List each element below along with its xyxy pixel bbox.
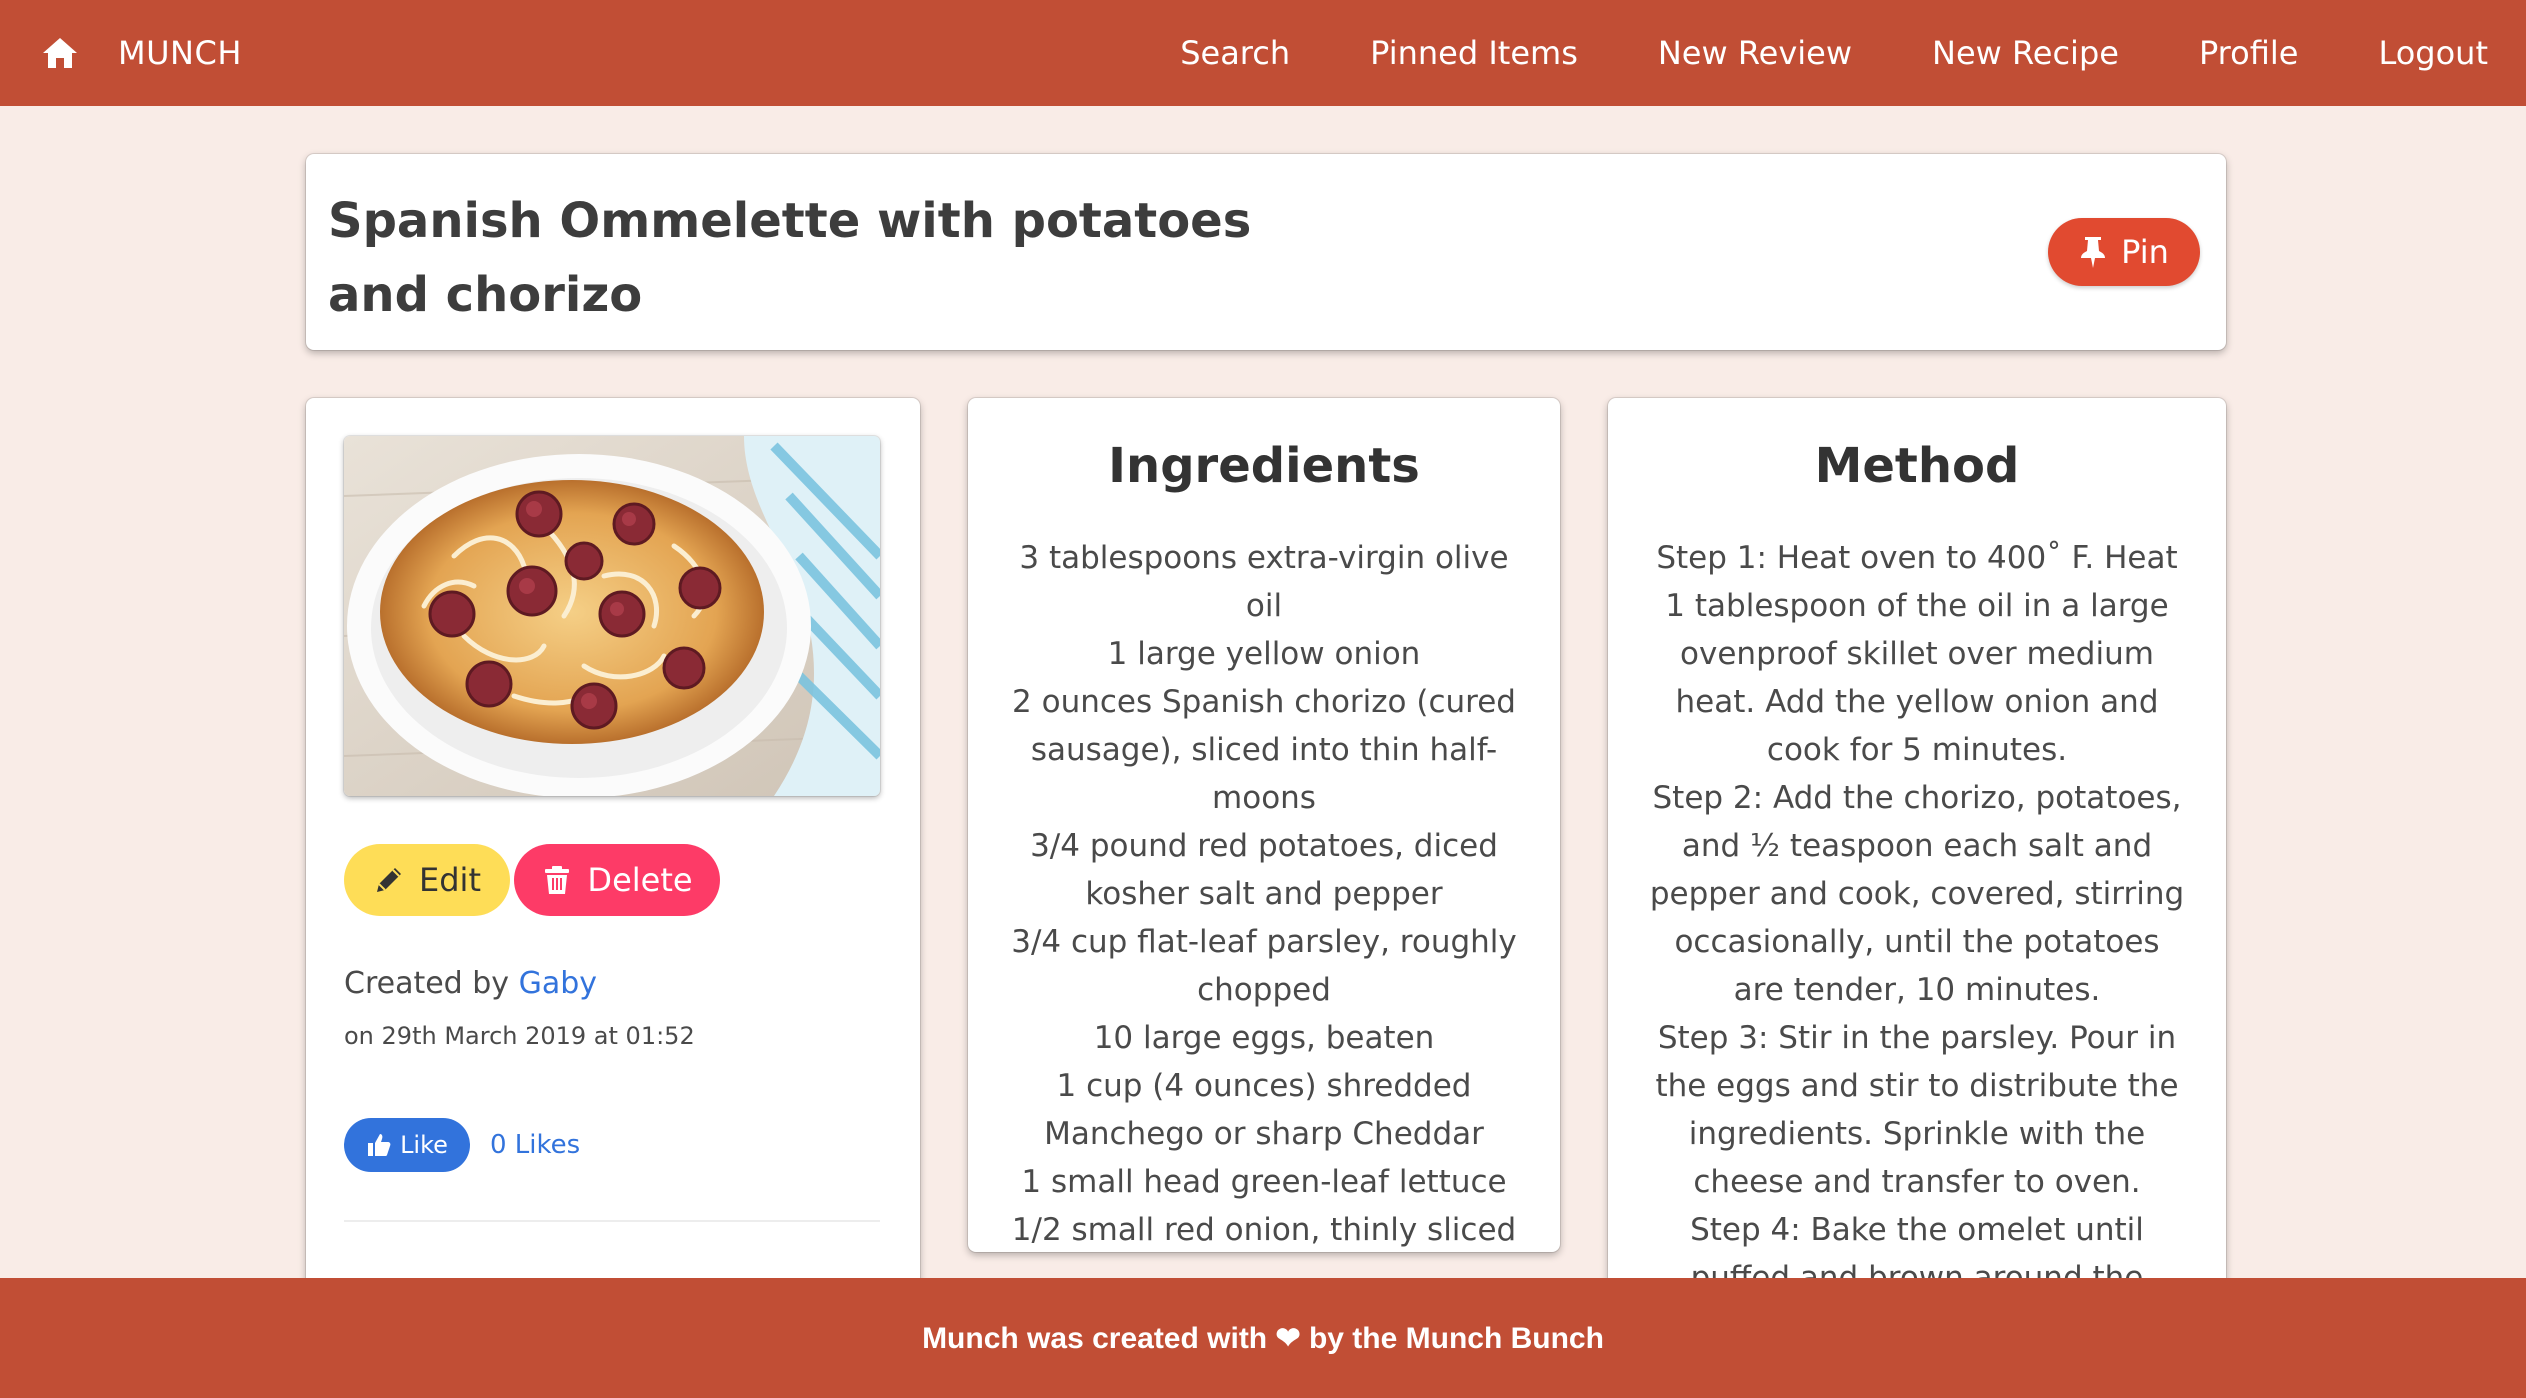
author-link[interactable]: Gaby: [519, 966, 597, 1001]
created-by-prefix: Created by: [344, 966, 510, 1001]
method-step: Step 3: Stir in the parsley. Pour in the…: [1655, 1020, 2179, 1200]
created-date: on 29th March 2019 at 01:52: [344, 1022, 695, 1050]
ingredient-item: 3/4 pound red potatoes, diced: [1030, 828, 1498, 864]
ingredient-item: 3 tablespoons extra-virgin olive oil: [1019, 540, 1509, 624]
brand-name[interactable]: MUNCH: [118, 34, 242, 72]
edit-button[interactable]: Edit: [344, 844, 510, 916]
recipe-title-card: Spanish Ommelette with potatoes and chor…: [306, 154, 2226, 350]
footer: Munch was created with ❤ by the Munch Bu…: [0, 1278, 2526, 1398]
ingredient-item: 1/2 small red onion, thinly sliced: [1011, 1212, 1517, 1248]
recipe-title: Spanish Ommelette with potatoes and chor…: [328, 193, 1252, 323]
likes-count[interactable]: 0 Likes: [490, 1130, 580, 1160]
nav-logout[interactable]: Logout: [2378, 34, 2488, 72]
nav-new-review[interactable]: New Review: [1658, 34, 1852, 72]
method-step: Step 1: Heat oven to 400˚ F. Heat 1 tabl…: [1656, 540, 2178, 768]
created-by: Created by Gaby: [344, 966, 597, 1001]
footer-text: Munch was created with ❤ by the Munch Bu…: [922, 1321, 1604, 1355]
home-icon[interactable]: [40, 33, 80, 73]
nav-new-recipe[interactable]: New Recipe: [1932, 34, 2119, 72]
method-heading: Method: [1814, 438, 2020, 494]
method-step: Step 2: Add the chorizo, potatoes, and ½…: [1649, 780, 2185, 1008]
omelette-image: [344, 436, 880, 796]
ingredients-card: Ingredients 3 tablespoons extra-virgin o…: [968, 398, 1560, 1252]
method-card: Method Step 1: Heat oven to 400˚ F. Heat…: [1608, 398, 2226, 1398]
pencil-icon: [377, 868, 402, 892]
edit-label: Edit: [419, 861, 481, 899]
delete-button[interactable]: Delete: [514, 844, 720, 916]
action-buttons: Edit Delete: [344, 844, 720, 916]
nav-profile[interactable]: Profile: [2199, 34, 2299, 72]
thumbtack-icon: [2081, 237, 2106, 268]
delete-label: Delete: [587, 861, 693, 899]
ingredient-item: 2 ounces Spanish chorizo (cured sausage)…: [1012, 684, 1516, 816]
pin-label: Pin: [2121, 233, 2169, 271]
ingredient-item: 3/4 cup flat-leaf parsley, roughly chopp…: [1011, 924, 1517, 1008]
ingredient-list: 3 tablespoons extra-virgin olive oil 1 l…: [968, 534, 1560, 1254]
brand[interactable]: MUNCH: [40, 33, 242, 73]
ingredient-item: kosher salt and pepper: [1085, 876, 1443, 912]
ingredient-item: 1 small head green-leaf lettuce: [1021, 1164, 1507, 1200]
nav-search[interactable]: Search: [1180, 34, 1290, 72]
pin-button[interactable]: Pin: [2048, 218, 2200, 286]
divider: [344, 1220, 880, 1222]
method-list: Step 1: Heat oven to 400˚ F. Heat 1 tabl…: [1608, 534, 2226, 1350]
navbar: MUNCH Search Pinned Items New Review New…: [0, 0, 2526, 106]
trash-icon: [545, 866, 570, 894]
like-button[interactable]: Like: [344, 1118, 470, 1172]
ingredients-heading: Ingredients: [1108, 438, 1420, 494]
ingredient-item: 10 large eggs, beaten: [1093, 1020, 1435, 1056]
like-row: Like 0 Likes: [344, 1118, 580, 1172]
recipe-photo: [344, 436, 880, 796]
nav-links: Search Pinned Items New Review New Recip…: [1180, 34, 2488, 72]
ingredient-item: 1 cup (4 ounces) shredded Manchego or sh…: [1044, 1068, 1484, 1152]
recipe-info-card: Edit Delete Created by Gaby on 29th Marc…: [306, 398, 920, 1398]
ingredient-item: 1 large yellow onion: [1107, 636, 1421, 672]
like-label: Like: [400, 1131, 448, 1159]
nav-pinned-items[interactable]: Pinned Items: [1370, 34, 1578, 72]
thumbs-up-icon: [368, 1134, 391, 1156]
